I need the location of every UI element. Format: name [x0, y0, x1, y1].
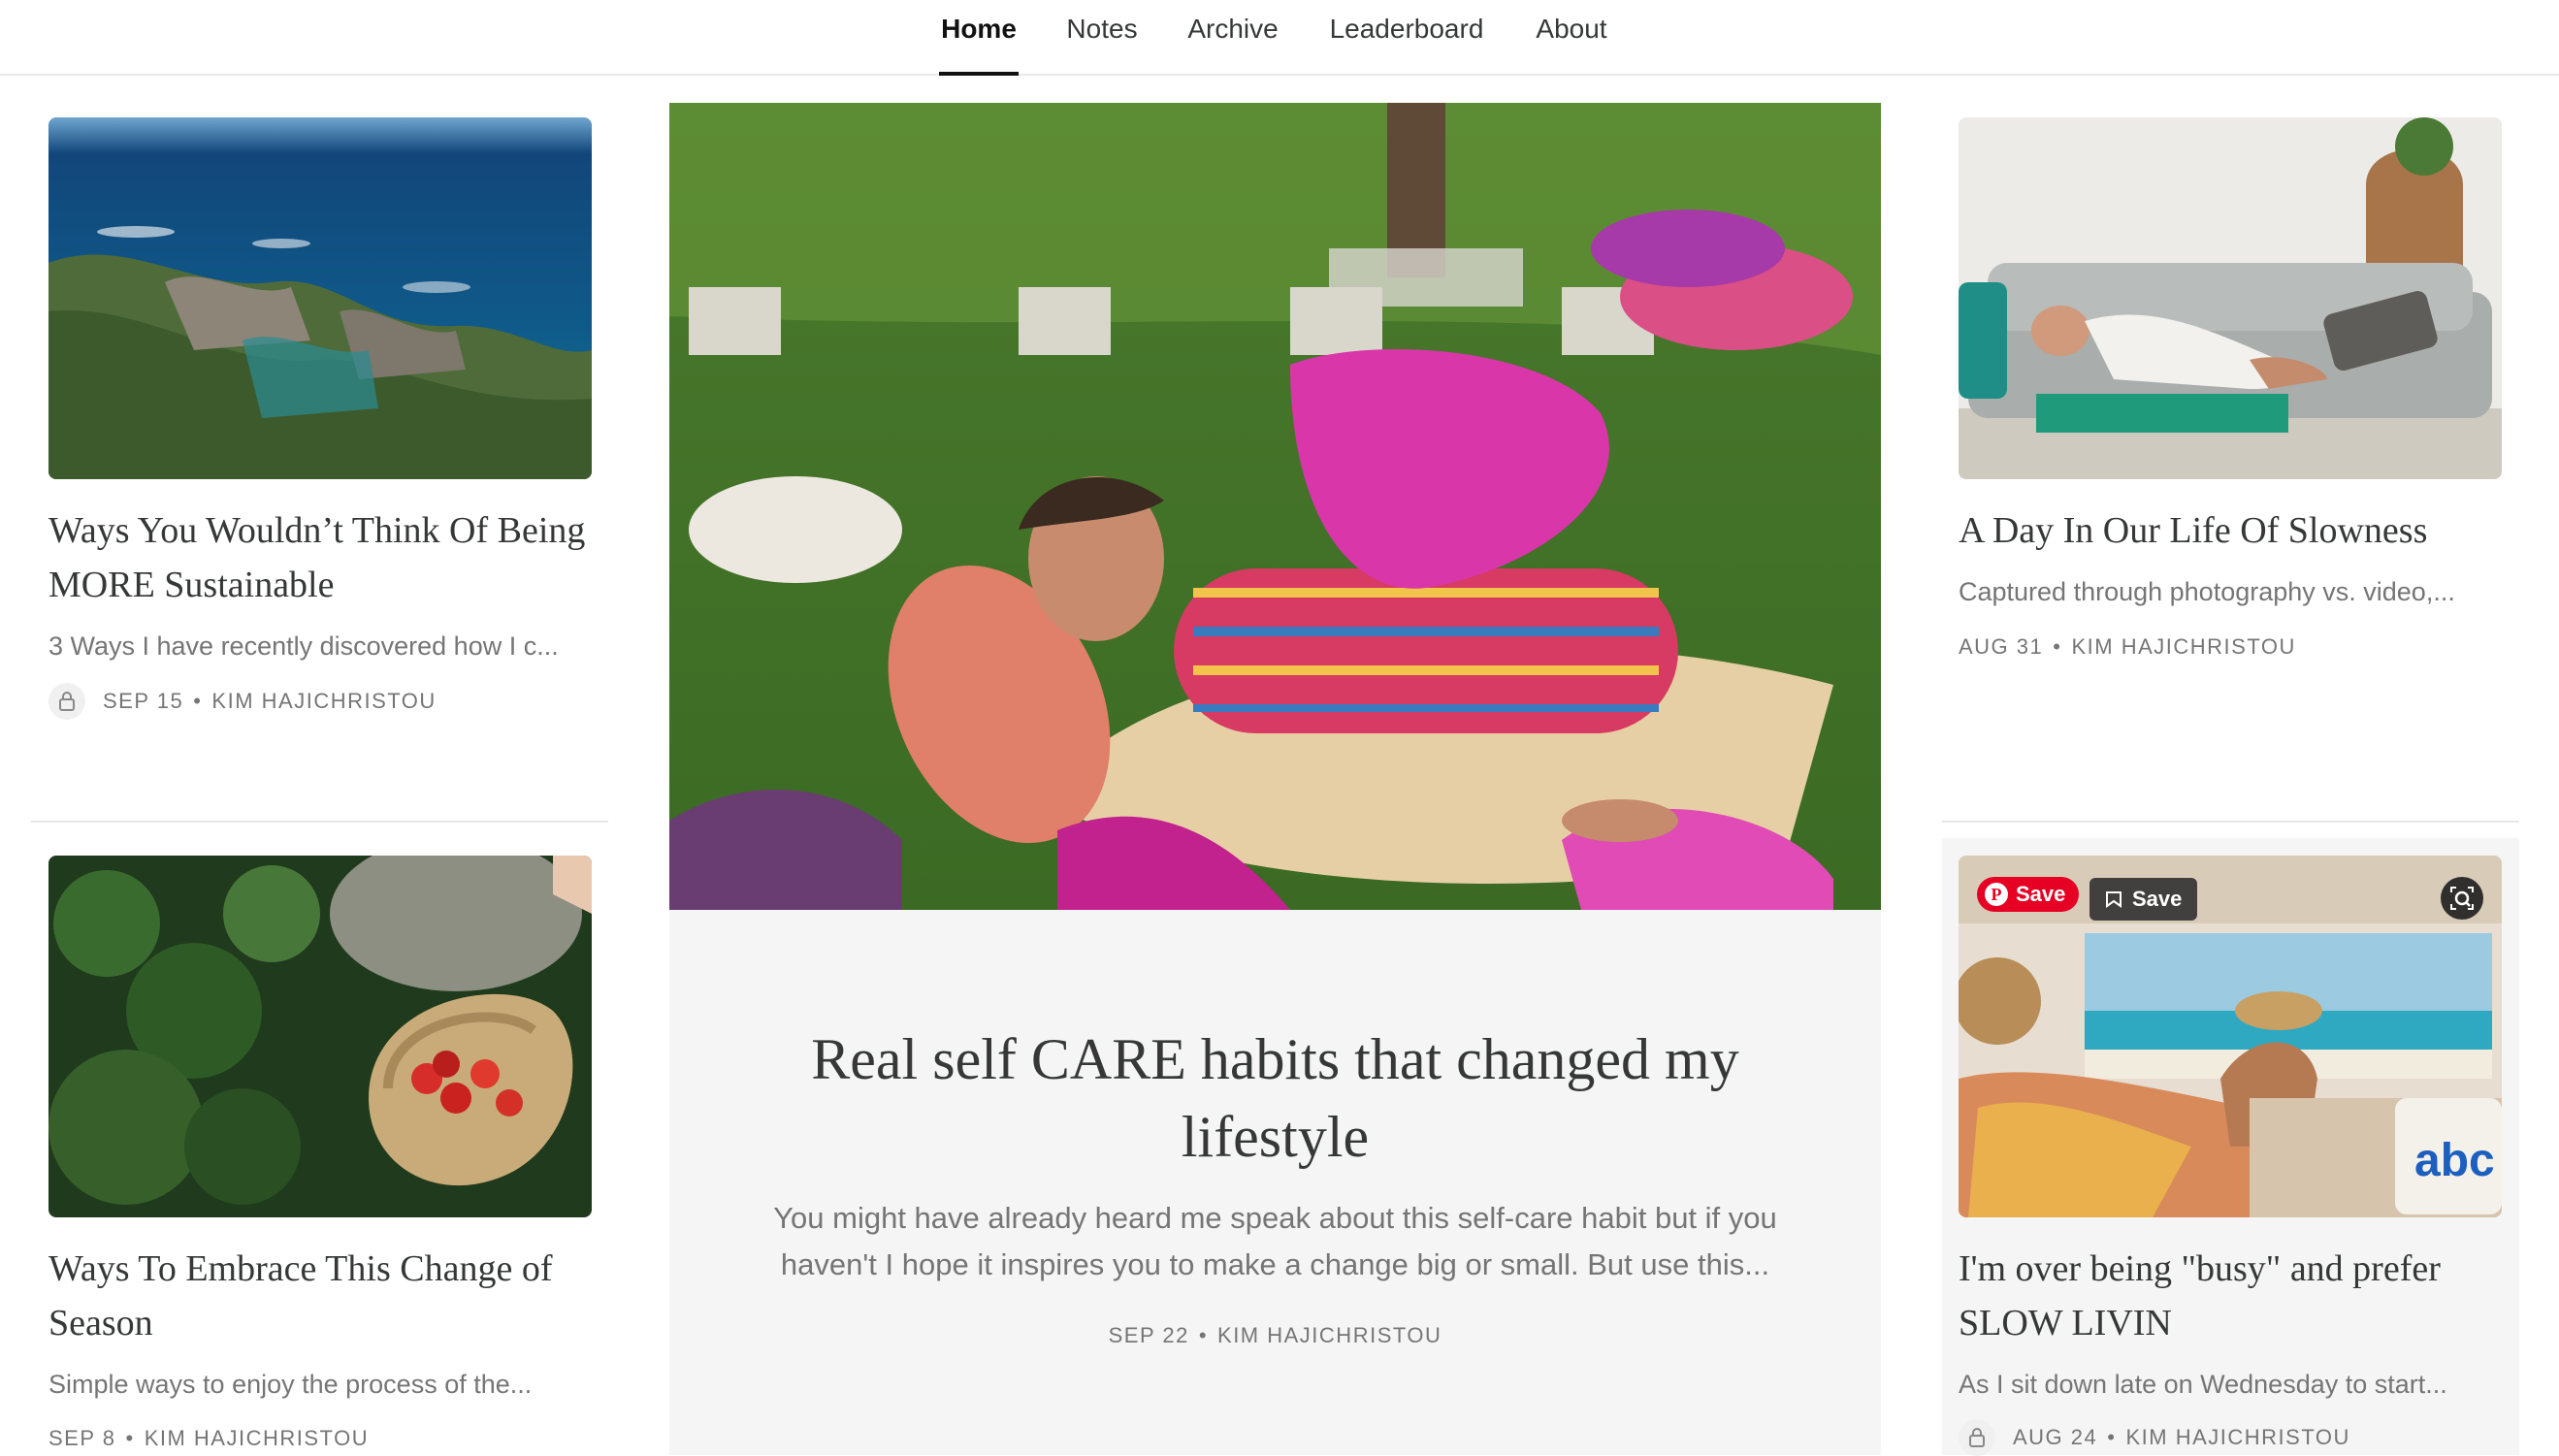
divider	[1942, 821, 2519, 823]
featured-subtitle: You might have already heard me speak ab…	[773, 1201, 1777, 1281]
pinterest-save-label: Save	[2016, 882, 2066, 906]
lock-icon	[49, 683, 85, 720]
coast-photo[interactable]	[49, 117, 592, 479]
pinterest-save-button[interactable]: P Save	[1977, 877, 2080, 912]
post-title[interactable]: Ways You Wouldn’t Think Of Being MORE Su…	[49, 503, 592, 612]
post-author[interactable]: KIM HAJICHRISTOU	[211, 689, 436, 714]
post-meta: AUG 31 • KIM HAJICHRISTOU	[1959, 634, 2296, 660]
nav-notes[interactable]: Notes	[1063, 0, 1141, 76]
post-author[interactable]: KIM HAJICHRISTOU	[2071, 634, 2295, 660]
post-meta: AUG 24 • KIM HAJICHRISTOU	[1959, 1419, 2350, 1456]
visual-search-icon[interactable]	[2441, 877, 2483, 920]
post-date: SEP 8	[49, 1426, 116, 1450]
nav-about[interactable]: About	[1532, 0, 1611, 76]
featured-yoga-photo[interactable]	[669, 103, 1881, 910]
post-date: AUG 24	[2013, 1425, 2098, 1449]
post-meta: SEP 8 • KIM HAJICHRISTOU	[49, 1426, 369, 1451]
nav-leaderboard[interactable]: Leaderboard	[1325, 0, 1488, 76]
nav-home[interactable]: Home	[939, 0, 1019, 76]
post-subtitle: Simple ways to enjoy the process of the.…	[49, 1370, 533, 1399]
post-date: SEP 15	[103, 689, 184, 713]
post-author[interactable]: KIM HAJICHRISTOU	[1217, 1323, 1441, 1348]
divider	[31, 821, 608, 823]
post-date: SEP 22	[1108, 1323, 1189, 1347]
bookmark-save-button[interactable]: Save	[2089, 878, 2198, 921]
post-title[interactable]: Ways To Embrace This Change of Season	[49, 1242, 592, 1350]
featured-title[interactable]: Real self CARE habits that changed my li…	[728, 1020, 1823, 1176]
post-date: AUG 31	[1959, 634, 2044, 659]
featured-meta: SEP 22 • KIM HAJICHRISTOU	[669, 1323, 1881, 1348]
svg-text:abc: abc	[2414, 1135, 2495, 1186]
family-sofa-photo[interactable]	[1959, 117, 2502, 479]
post-subtitle: As I sit down late on Wednesday to start…	[1959, 1370, 2447, 1399]
strawberry-basket-photo[interactable]	[49, 856, 592, 1217]
meta-separator: •	[193, 689, 203, 713]
top-nav: Home Notes Archive Leaderboard About	[0, 0, 2559, 76]
lock-icon	[1959, 1419, 1995, 1456]
meta-separator: •	[125, 1426, 135, 1450]
post-author[interactable]: KIM HAJICHRISTOU	[145, 1426, 369, 1451]
bookmark-icon	[2106, 891, 2122, 908]
meta-separator: •	[2053, 634, 2062, 659]
post-subtitle: Captured through photography vs. video,.…	[1959, 577, 2455, 606]
post-title[interactable]: A Day In Our Life Of Slowness	[1959, 503, 2502, 558]
post-meta: SEP 15 • KIM HAJICHRISTOU	[49, 683, 437, 720]
pinterest-icon: P	[1985, 883, 2008, 906]
bookmark-save-label: Save	[2132, 887, 2183, 911]
nav-archive[interactable]: Archive	[1184, 0, 1281, 76]
featured-post-card[interactable]: Real self CARE habits that changed my li…	[669, 103, 1881, 1455]
meta-separator: •	[2107, 1425, 2117, 1449]
post-title[interactable]: I'm over being "busy" and prefer SLOW LI…	[1959, 1242, 2502, 1350]
meta-separator: •	[1198, 1323, 1209, 1347]
post-subtitle: 3 Ways I have recently discovered how I …	[49, 631, 559, 661]
post-author[interactable]: KIM HAJICHRISTOU	[2125, 1425, 2349, 1450]
